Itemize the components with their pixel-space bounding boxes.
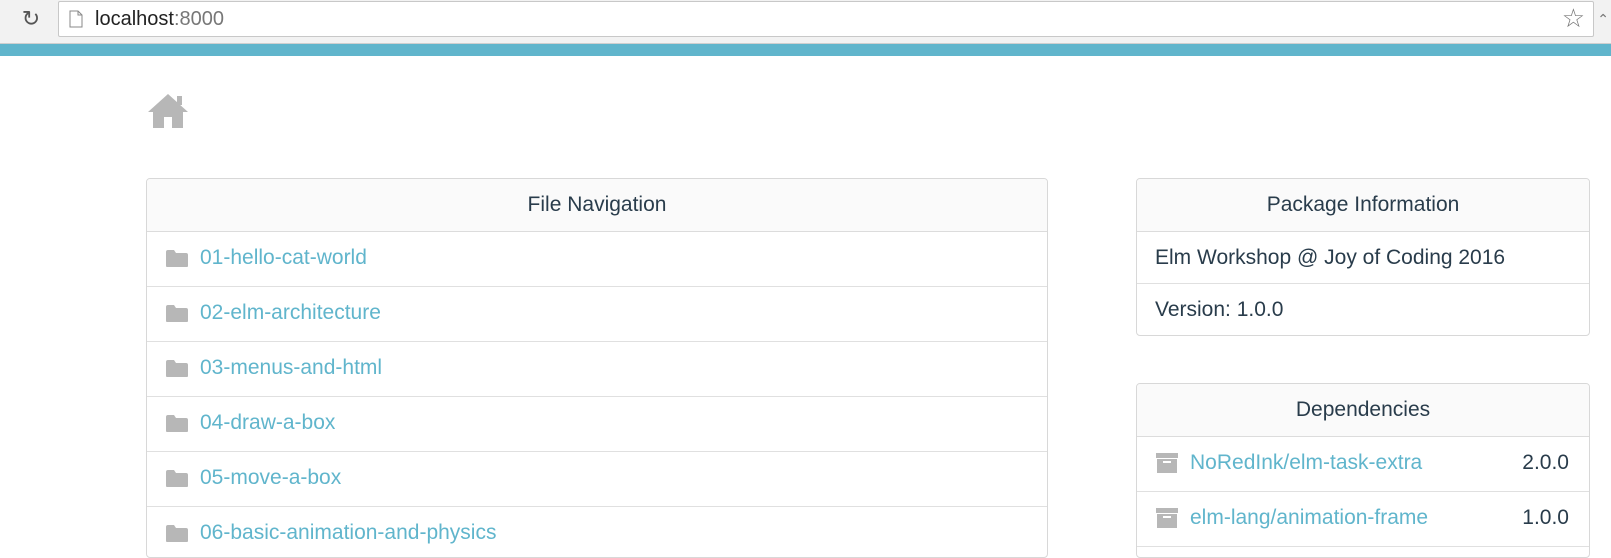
dependencies-title: Dependencies <box>1137 384 1589 437</box>
url-port: :8000 <box>173 8 224 30</box>
dependency-link[interactable]: NoRedInk/elm-task-extra <box>1190 450 1422 476</box>
file-nav-item[interactable]: 03-menus-and-html <box>147 342 1047 397</box>
file-nav-link[interactable]: 04-draw-a-box <box>200 410 335 436</box>
dependency-version: 1.0.0 <box>1522 506 1569 529</box>
folder-icon <box>166 415 188 432</box>
url-text[interactable]: localhost:8000 <box>95 6 224 32</box>
package-information-panel: Package Information Elm Workshop @ Joy o… <box>1136 178 1590 336</box>
folder-icon <box>166 525 188 542</box>
file-nav-item[interactable]: 06-basic-animation-and-physics <box>147 507 1047 557</box>
dependency-list: NoRedInk/elm-task-extra 2.0.0 elm-lang/ani… <box>1137 437 1589 547</box>
file-nav-link[interactable]: 05-move-a-box <box>200 465 341 491</box>
dependency-item: elm-lang/animation-frame 1.0.0 <box>1137 492 1589 547</box>
file-navigation-title: File Navigation <box>147 179 1047 232</box>
file-nav-link[interactable]: 02-elm-architecture <box>200 300 381 326</box>
file-nav-item[interactable]: 01-hello-cat-world <box>147 232 1047 287</box>
folder-icon <box>166 250 188 267</box>
file-nav-item[interactable]: 04-draw-a-box <box>147 397 1047 452</box>
bookmark-star-icon[interactable]: ☆ <box>1562 5 1585 33</box>
dependencies-panel: Dependencies NoRedInk/elm-task-extra 2.0.… <box>1136 383 1590 558</box>
file-nav-link[interactable]: 01-hello-cat-world <box>200 245 367 271</box>
folder-icon <box>166 470 188 487</box>
package-information-title: Package Information <box>1137 179 1589 232</box>
file-navigation-panel: File Navigation 01-hello-cat-world 02-elm… <box>146 178 1048 558</box>
file-list: 01-hello-cat-world 02-elm-architecture 03-… <box>147 232 1047 557</box>
file-nav-item[interactable]: 05-move-a-box <box>147 452 1047 507</box>
browser-toolbar: ↻ localhost:8000 ☆ ⌃ <box>0 0 1611 44</box>
archive-icon <box>1156 508 1178 528</box>
page-icon <box>69 10 83 28</box>
folder-icon <box>166 360 188 377</box>
dependency-link[interactable]: elm-lang/animation-frame <box>1190 505 1428 531</box>
package-version: Version: 1.0.0 <box>1155 298 1284 321</box>
package-name: Elm Workshop @ Joy of Coding 2016 <box>1137 232 1589 284</box>
folder-icon <box>166 305 188 322</box>
url-host: localhost <box>95 8 174 30</box>
dependency-item: NoRedInk/elm-task-extra 2.0.0 <box>1137 437 1589 492</box>
file-nav-link[interactable]: 06-basic-animation-and-physics <box>200 520 496 546</box>
reload-icon[interactable]: ↻ <box>19 8 43 32</box>
home-icon[interactable] <box>146 92 190 130</box>
archive-icon <box>1156 453 1178 473</box>
address-bar[interactable]: localhost:8000 ☆ <box>58 1 1594 37</box>
dependency-version: 2.0.0 <box>1522 451 1569 474</box>
file-nav-link[interactable]: 03-menus-and-html <box>200 355 382 381</box>
menu-chevron-icon[interactable]: ⌃ <box>1597 12 1609 28</box>
file-nav-item[interactable]: 02-elm-architecture <box>147 287 1047 342</box>
accent-bar <box>0 44 1611 56</box>
